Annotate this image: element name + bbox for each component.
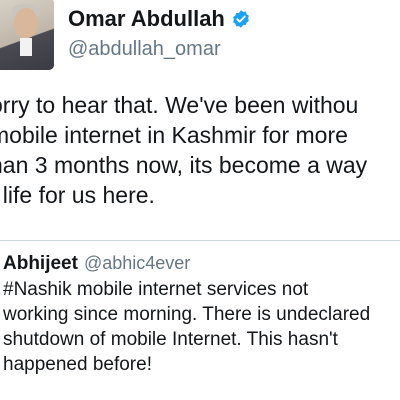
author-handle[interactable]: @abdullah_omar (68, 38, 221, 61)
author-avatar[interactable] (0, 0, 54, 70)
quoted-tweet-text-line: working since morning. There is undeclar… (3, 304, 371, 325)
tweet-text-line: han 3 months now, its become a way (0, 152, 368, 178)
author-name-row: Omar Abdullah (68, 4, 251, 34)
quoted-tweet-text-line: happened before! (3, 354, 152, 375)
quoted-tweet-text-line: shutdown of mobile Internet. This hasn't (3, 329, 338, 350)
quoted-author-handle[interactable]: @abhic4ever (84, 253, 190, 274)
tweet-text-line: mobile internet in Kashmir for more (0, 122, 348, 148)
avatar-collar (20, 38, 32, 56)
quoted-tweet-card[interactable]: Abhijeet @abhic4ever #Nashik mobile inte… (0, 240, 400, 400)
verified-badge-icon (232, 10, 249, 28)
quoted-tweet-header: Abhijeet @abhic4ever (3, 253, 190, 275)
avatar-face (14, 8, 38, 38)
quoted-tweet-text-line: #Nashik mobile internet services not (3, 279, 309, 300)
tweet-text-line: orry to hear that. We've been withou (0, 92, 359, 118)
tweet-text: orry to hear that. We've been withou mob… (0, 90, 400, 210)
tweet-text-line: f life for us here. (0, 182, 155, 208)
quoted-author-name[interactable]: Abhijeet (3, 253, 78, 275)
quoted-tweet-text: #Nashik mobile internet services not wor… (3, 277, 400, 377)
author-display-name[interactable]: Omar Abdullah (68, 6, 225, 32)
